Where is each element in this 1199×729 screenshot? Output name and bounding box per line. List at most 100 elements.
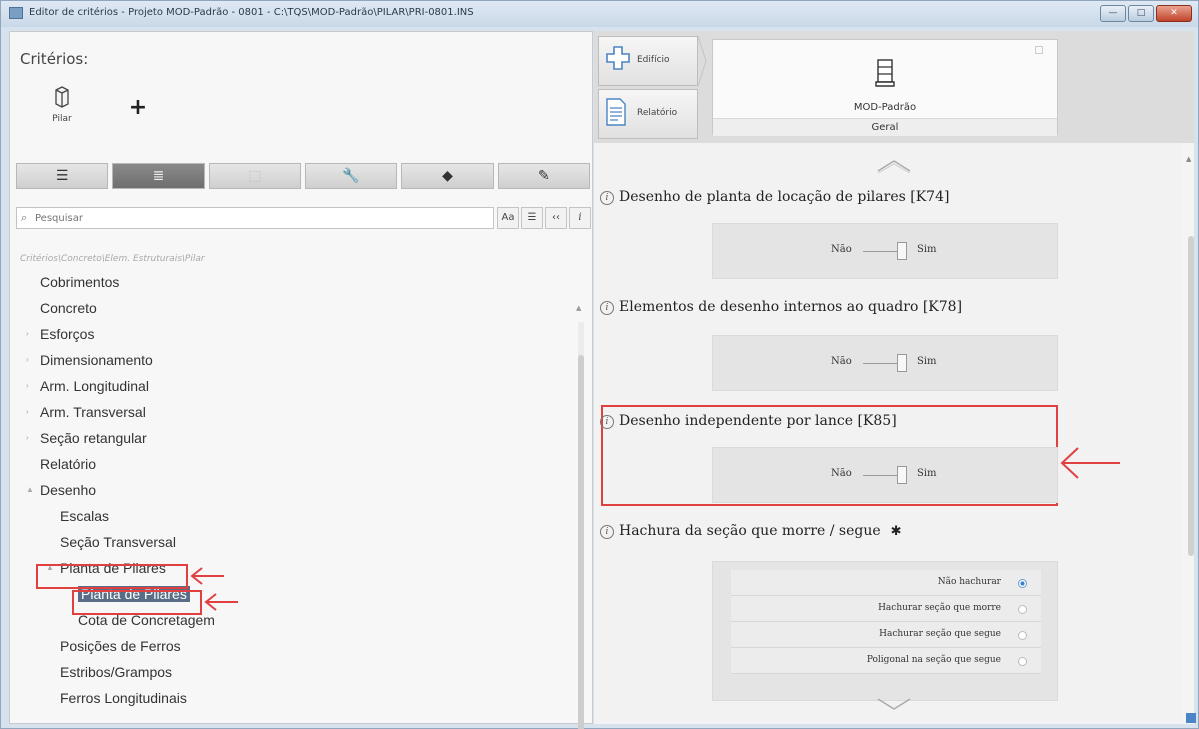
hachura-label: Hachura da seção que morre / segue (619, 523, 881, 539)
pilar-menu-button[interactable]: Pilar (42, 82, 82, 134)
criteria-tree-panel: Critérios: Pilar + ☰ ≣ ⬚ 🔧 ◆ ✎ ⌕ Aa ☰ ‹‹… (9, 31, 593, 729)
collapsed-arrow-icon[interactable]: › (26, 373, 29, 399)
quote-button[interactable]: ‹‹ (545, 207, 567, 229)
callout-arrow-k85 (1060, 447, 1120, 479)
k78-toggle[interactable]: Não Sim (713, 336, 1057, 390)
scroll-up-icon[interactable]: ▲ (1186, 155, 1191, 163)
k85-toggle[interactable]: Não Sim (713, 448, 1057, 502)
tree-item[interactable]: › Seção retangular (20, 425, 570, 451)
hachura-option-label: Poligonal na seção que segue (866, 655, 1001, 665)
model-sub: Geral (713, 118, 1057, 136)
nav-chevron-icon (698, 36, 707, 86)
tree-item-label: Cobrimentos (40, 274, 120, 290)
info-icon[interactable]: i (600, 415, 614, 429)
info-button[interactable]: i (569, 207, 591, 229)
tree-item[interactable]: › Esforços (20, 321, 570, 347)
callout-arrow-2 (204, 593, 238, 611)
collapsed-arrow-icon[interactable]: › (26, 425, 29, 451)
tree-item[interactable]: Seção Transversal (20, 529, 570, 555)
search-input[interactable] (35, 210, 485, 226)
whole-word-button[interactable]: ☰ (521, 207, 543, 229)
k74-sim: Sim (917, 244, 937, 255)
k74-toggle[interactable]: Não Sim (713, 224, 1057, 278)
k78-sim: Sim (917, 356, 937, 367)
criteria-list: i Desenho de planta de locação de pilares… (594, 143, 1182, 723)
scroll-up-icon[interactable]: ▲ (576, 304, 581, 312)
tree-item[interactable]: Concreto (20, 295, 570, 321)
diamond-button[interactable]: ◆ (401, 163, 494, 189)
add-button[interactable]: + (127, 97, 149, 120)
scroll-down-button[interactable] (1186, 713, 1196, 723)
tree-item-label: Concreto (40, 300, 97, 316)
relatorio-button[interactable]: Relatório (598, 89, 698, 139)
radio-button[interactable] (1018, 631, 1027, 640)
tree-item-label: Escalas (60, 508, 110, 524)
radio-button[interactable] (1018, 657, 1027, 666)
model-name: MOD-Padrão (853, 102, 917, 113)
scroll-up-chevron-icon[interactable] (877, 159, 911, 173)
scroll-down-chevron-icon[interactable] (877, 697, 911, 711)
criteria-heading: Critérios: (20, 50, 89, 68)
expanded-arrow-icon[interactable]: ▲ (26, 477, 34, 503)
radio-button[interactable] (1018, 605, 1027, 614)
toggle-knob[interactable] (897, 466, 907, 484)
tree-item[interactable]: Estribos/Grampos (20, 659, 570, 685)
hachura-option[interactable]: Poligonal na seção que segue (731, 648, 1041, 674)
pilar-icon (55, 86, 69, 108)
toggle-knob[interactable] (897, 242, 907, 260)
tree-scrollbar[interactable]: ▲ ▼ (574, 300, 588, 729)
hachura-option[interactable]: Hachurar seção que segue (731, 622, 1041, 648)
tree-item[interactable]: Posições de Ferros (20, 633, 570, 659)
tree-item[interactable]: Escalas (20, 503, 570, 529)
window-title: Editor de critérios - Projeto MOD-Padrão… (29, 7, 474, 18)
edificio-icon (606, 46, 630, 70)
scroll-thumb[interactable] (578, 355, 584, 729)
frame-view-button[interactable]: ⬚ (208, 163, 301, 189)
model-card[interactable]: MOD-Padrão Geral (712, 39, 1058, 136)
info-icon[interactable]: i (600, 525, 614, 539)
radio-button[interactable] (1018, 579, 1027, 588)
asterisk-icon: ✱ (890, 524, 902, 539)
breadcrumb: Critérios\Concreto\Elem. Estruturais\Pil… (20, 254, 205, 264)
maximize-button[interactable]: □ (1128, 5, 1154, 22)
hachura-option-label: Hachurar seção que segue (879, 629, 1001, 639)
tree-item[interactable]: › Dimensionamento (20, 347, 570, 373)
criteria-edit-panel: Edifício Relatório MOD-Padrão Geral i De… (594, 31, 1196, 724)
collapsed-arrow-icon[interactable]: › (26, 399, 29, 425)
tree-item[interactable]: Cobrimentos (20, 269, 570, 295)
hachura-option[interactable]: Hachurar seção que morre (731, 596, 1041, 622)
detail-view-button[interactable]: ≣ (112, 163, 205, 189)
k78-nao: Não (831, 356, 852, 367)
tree-item[interactable]: › Arm. Transversal (20, 399, 570, 425)
wrench-button[interactable]: 🔧 (304, 163, 398, 189)
info-icon[interactable]: i (600, 301, 614, 315)
k85-nao: Não (831, 468, 852, 479)
k85-sim: Sim (917, 468, 937, 479)
tree-item[interactable]: ▲ Desenho (20, 477, 570, 503)
scroll-thumb[interactable] (1188, 236, 1194, 556)
criterion-k85: i Desenho independente por lance [K85] (600, 413, 897, 429)
k74-nao: Não (831, 244, 852, 255)
toggle-knob[interactable] (897, 354, 907, 372)
collapsed-arrow-icon[interactable]: › (26, 321, 29, 347)
close-button[interactable]: ✕ (1156, 5, 1192, 22)
highlight-planta-child (72, 590, 202, 615)
tree-item[interactable]: › Arm. Longitudinal (20, 373, 570, 399)
minimize-button[interactable]: — (1100, 5, 1126, 22)
list-view-button[interactable]: ☰ (16, 163, 109, 189)
hachura-option[interactable]: Não hachurar (731, 570, 1041, 596)
collapsed-arrow-icon[interactable]: › (26, 347, 29, 373)
criterion-k78: i Elementos de desenho internos ao quadro… (600, 299, 962, 315)
criterion-k78-label: Elementos de desenho internos ao quadro … (619, 299, 963, 315)
tree-item[interactable]: Relatório (20, 451, 570, 477)
hachura-radio-list: Não hachurar Hachurar seção que morre Hach… (731, 570, 1041, 674)
pencil-button[interactable]: ✎ (497, 163, 590, 189)
match-case-button[interactable]: Aa (497, 207, 519, 229)
search-icon: ⌕ (21, 211, 28, 224)
highlight-planta-parent (36, 564, 188, 589)
info-icon[interactable]: i (600, 191, 614, 205)
tree-item[interactable]: Ferros Longitudinais (20, 685, 570, 711)
callout-arrow-1 (190, 567, 224, 585)
content-scrollbar[interactable]: ▲ (1186, 151, 1196, 723)
edificio-button[interactable]: Edifício (598, 36, 698, 86)
